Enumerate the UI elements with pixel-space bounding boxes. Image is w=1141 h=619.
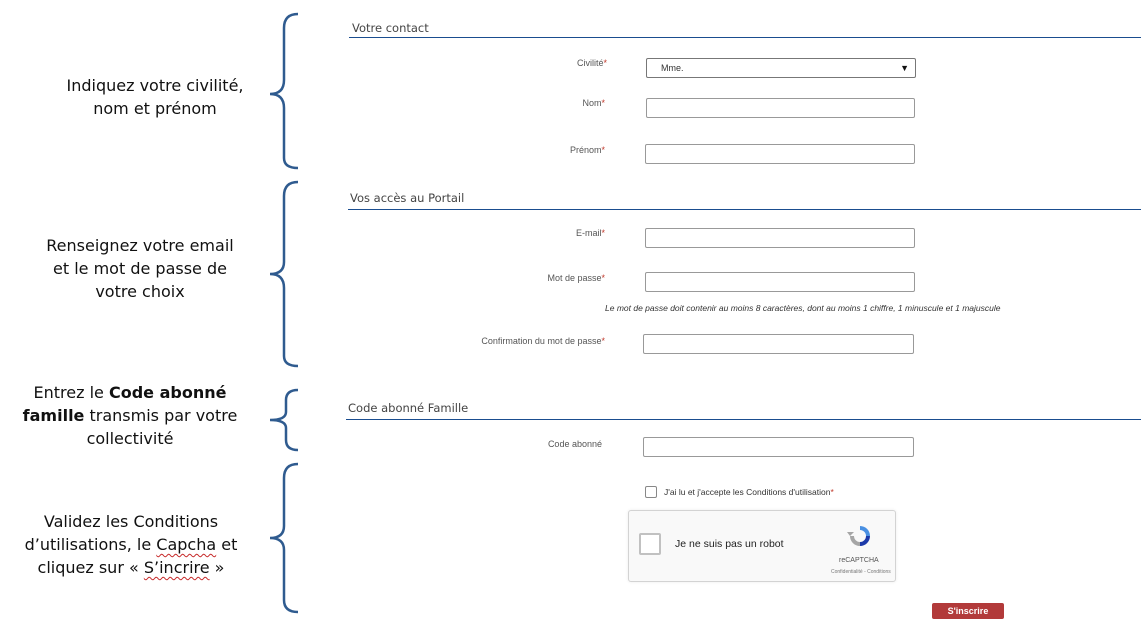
- annotation-access: Renseignez votre email et le mot de pass…: [25, 234, 255, 303]
- code-label: Code abonné: [547, 439, 602, 449]
- annotation-access-line3: votre choix: [95, 282, 185, 301]
- recaptcha-widget: Je ne suis pas un robot reCAPTCHA Confid…: [628, 510, 896, 582]
- annotation-validate-line3-end: »: [209, 558, 225, 577]
- brace-validate: [269, 462, 299, 614]
- annotation-contact: Indiquez votre civilité, nom et prénom: [40, 74, 270, 120]
- annotation-code: Entrez le Code abonné famille transmis p…: [0, 381, 260, 450]
- terms-label: J'ai lu et j'accepte les Conditions d'ut…: [664, 487, 834, 497]
- recaptcha-checkbox[interactable]: [639, 533, 661, 555]
- civilite-value: Mme.: [661, 63, 684, 73]
- annotation-code-bold2: famille: [22, 406, 85, 425]
- nom-input[interactable]: [646, 98, 915, 118]
- prenom-input[interactable]: [645, 144, 915, 164]
- password-label: Mot de passe*: [547, 273, 605, 283]
- recaptcha-links[interactable]: Confidentialité - Conditions: [831, 569, 891, 575]
- nom-label: Nom*: [582, 98, 605, 108]
- annotation-validate-line2-end: et: [216, 535, 238, 554]
- annotation-validate: Validez les Conditions d’utilisations, l…: [0, 510, 262, 579]
- section-title-code: Code abonné Famille: [348, 401, 469, 415]
- section-rule-access: [348, 209, 1141, 210]
- annotation-contact-line1: Indiquez votre civilité,: [66, 76, 244, 95]
- annotation-code-prefix: Entrez le: [33, 383, 109, 402]
- annotation-code-suffix: transmis par votre: [84, 406, 238, 425]
- brace-access: [269, 180, 299, 368]
- section-rule-code: [346, 419, 1141, 420]
- confirm-password-label: Confirmation du mot de passe*: [481, 336, 605, 346]
- recaptcha-logo-icon: [847, 526, 870, 546]
- annotation-access-line1: Renseignez votre email: [46, 236, 234, 255]
- confirm-password-input[interactable]: [643, 334, 914, 354]
- annotation-validate-line3-start: cliquez sur «: [37, 558, 144, 577]
- dropdown-arrow-icon: ▼: [900, 63, 909, 73]
- brace-contact: [269, 12, 299, 170]
- brace-code: [269, 388, 299, 452]
- annotation-code-line3: collectivité: [86, 429, 174, 448]
- annotation-validate-capcha: Capcha: [156, 535, 217, 554]
- email-input[interactable]: [645, 228, 915, 248]
- code-input[interactable]: [643, 437, 914, 457]
- annotation-validate-line2: d’utilisations, le: [24, 535, 157, 554]
- civilite-label: Civilité*: [576, 58, 607, 68]
- civilite-select[interactable]: Mme. ▼: [646, 58, 916, 78]
- prenom-label: Prénom*: [569, 145, 605, 155]
- recaptcha-label: Je ne suis pas un robot: [675, 538, 784, 550]
- annotation-code-bold1: Code abonné: [108, 383, 227, 402]
- password-hint: Le mot de passe doit contenir au moins 8…: [605, 303, 1001, 313]
- annotation-contact-line2: nom et prénom: [93, 99, 217, 118]
- section-title-contact: Votre contact: [352, 21, 429, 35]
- email-label: E-mail*: [575, 228, 605, 238]
- terms-checkbox[interactable]: [645, 486, 657, 498]
- recaptcha-brand: reCAPTCHA: [839, 557, 879, 564]
- signup-button[interactable]: S'inscrire: [932, 603, 1004, 619]
- section-rule-contact: [349, 37, 1141, 38]
- annotation-access-line2: et le mot de passe de: [53, 259, 227, 278]
- section-title-access: Vos accès au Portail: [350, 191, 465, 205]
- annotation-validate-line1: Validez les Conditions: [43, 512, 219, 531]
- password-input[interactable]: [645, 272, 915, 292]
- annotation-validate-sinscrire: S’incrire: [143, 558, 210, 577]
